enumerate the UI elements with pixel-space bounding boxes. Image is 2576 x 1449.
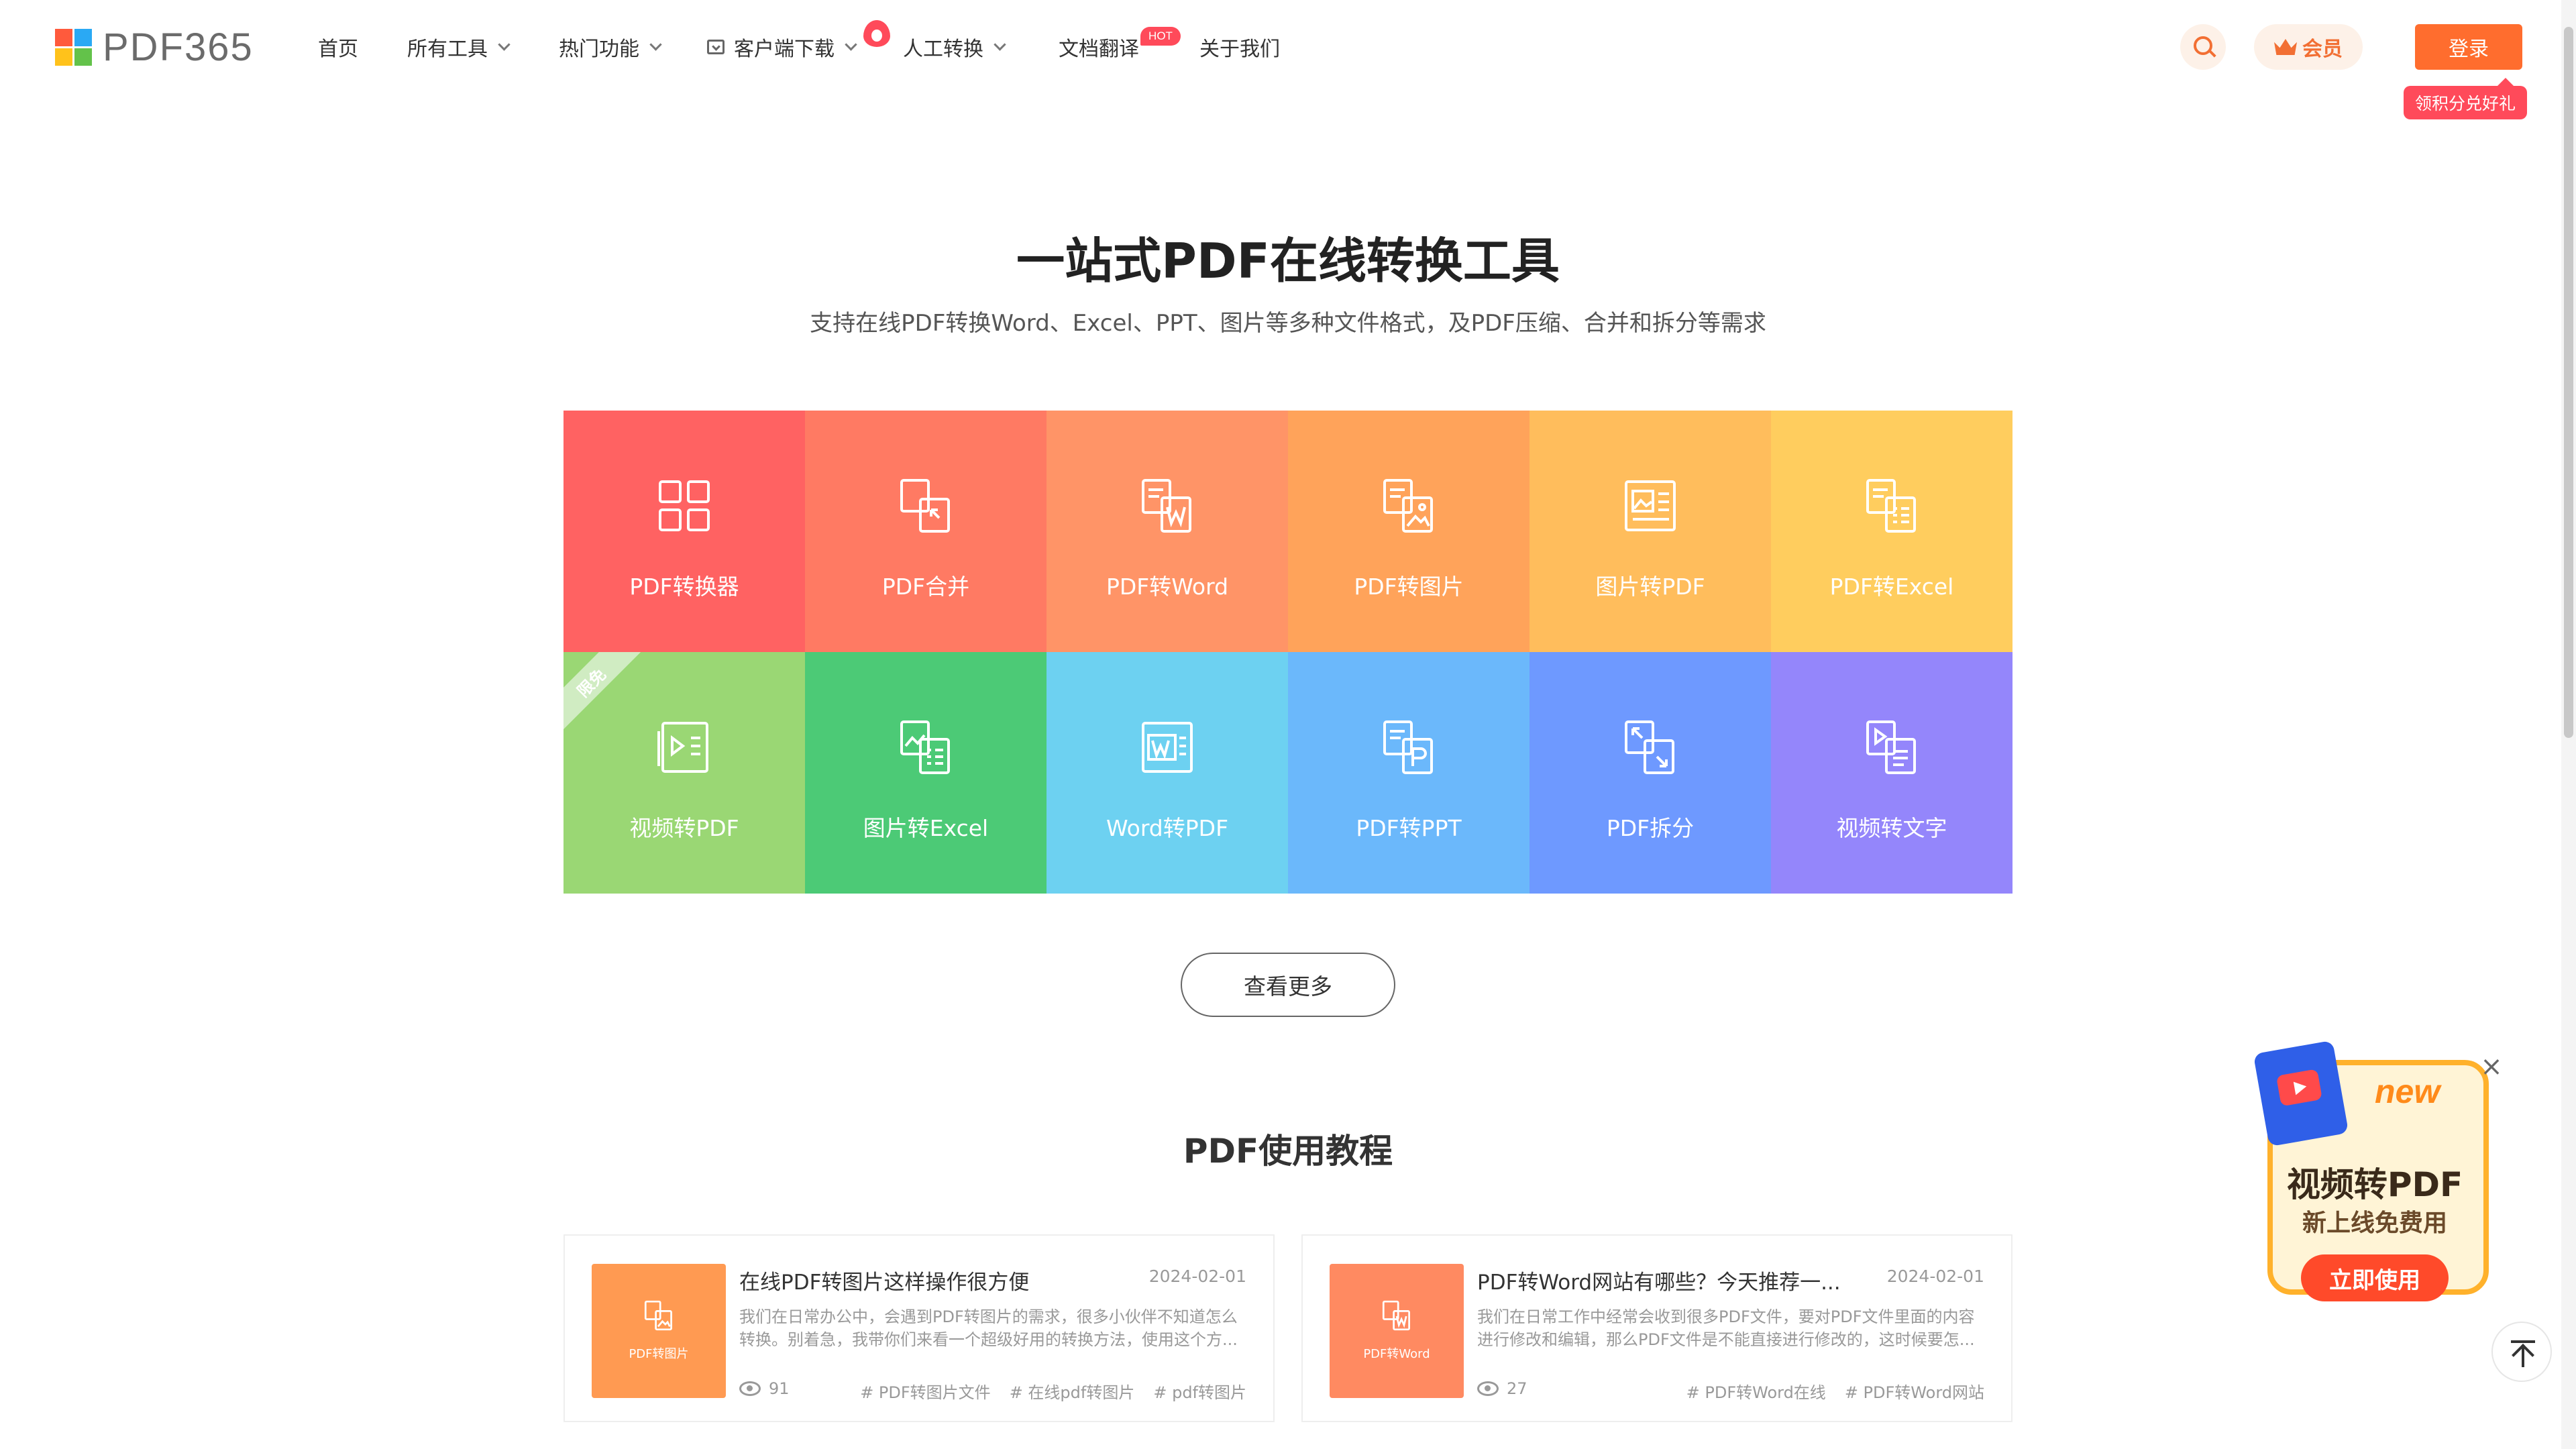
- tutorial-section-title: PDF使用教程: [1183, 1132, 1393, 1171]
- close-icon[interactable]: ×: [2479, 1053, 2504, 1080]
- promo-popup[interactable]: new 视频转PDF 新上线免费用 立即使用: [2253, 1040, 2496, 1308]
- image-to-pdf-icon: [1625, 480, 1676, 531]
- hero-title: 一站式PDF在线转换工具: [1016, 233, 1560, 289]
- tool-pdf-to-image[interactable]: PDF转图片: [1288, 411, 1529, 652]
- scrollbar-thumb[interactable]: [2564, 27, 2573, 738]
- chevron-down-icon: [498, 38, 511, 51]
- tool-pdf-converter[interactable]: PDF转换器: [564, 411, 805, 652]
- article-card[interactable]: PDF转Word PDF转Word网站有哪些？今天推荐一... 2024-02-…: [1301, 1234, 2012, 1422]
- logo[interactable]: PDF365: [55, 25, 254, 69]
- nav-about[interactable]: 关于我们: [1199, 32, 1280, 62]
- hero-subtitle: 支持在线PDF转换Word、Excel、PPT、图片等多种文件格式，及PDF压缩…: [810, 310, 1766, 337]
- nav-manual-convert[interactable]: 人工转换: [903, 32, 1006, 62]
- eye-icon: [1477, 1381, 1499, 1396]
- article-excerpt: 我们在日常办公中，会遇到PDF转图片的需求，很多小伙伴不知道怎么转换。别着急，我…: [739, 1307, 1238, 1349]
- nav-doc-translate[interactable]: 文档翻译: [1059, 32, 1139, 62]
- video-to-pdf-icon: [657, 722, 708, 773]
- word-to-pdf-icon: [1142, 722, 1193, 773]
- article-tags: # PDF转Word在线 # PDF转Word网站: [1686, 1379, 1984, 1403]
- search-button[interactable]: [2180, 24, 2226, 70]
- split-icon: [1625, 720, 1674, 774]
- video-book-icon: [2253, 1040, 2349, 1147]
- video-to-text-icon: [1866, 720, 1916, 774]
- chevron-down-icon: [845, 38, 857, 51]
- article-tag[interactable]: # PDF转Word在线: [1686, 1379, 1826, 1403]
- article-card[interactable]: PDF转图片 在线PDF转图片这样操作很方便 2024-02-01 我们在日常办…: [564, 1234, 1275, 1422]
- tool-pdf-to-word[interactable]: PDF转Word: [1046, 411, 1288, 652]
- article-tags: # PDF转图片文件 # 在线pdf转图片 # pdf转图片: [860, 1379, 1246, 1403]
- promo-subtitle: 新上线免费用: [2302, 1210, 2447, 1237]
- logo-text: PDF365: [103, 25, 254, 69]
- top-header: PDF365 首页 所有工具 热门功能 客户端下载 人工转换 文档翻译 HOT …: [0, 0, 2576, 119]
- pdf-to-ppt-icon: [1383, 720, 1433, 774]
- back-to-top-button[interactable]: [2491, 1322, 2552, 1382]
- grid-icon: [659, 480, 710, 531]
- article-tag[interactable]: # PDF转Word网站: [1845, 1379, 1984, 1403]
- image-to-excel-icon: [900, 720, 950, 774]
- article-tag[interactable]: # 在线pdf转图片: [1010, 1379, 1135, 1403]
- tool-pdf-split[interactable]: PDF拆分: [1529, 652, 1771, 894]
- tool-video-to-pdf[interactable]: 限免 视频转PDF: [564, 652, 805, 894]
- article-tag[interactable]: # pdf转图片: [1153, 1379, 1246, 1403]
- free-ribbon: 限免: [564, 652, 649, 740]
- article-views: 27: [1477, 1379, 1527, 1398]
- tool-pdf-to-excel[interactable]: PDF转Excel: [1771, 411, 2012, 652]
- nav-hot-features[interactable]: 热门功能: [559, 32, 662, 62]
- fire-icon: [863, 20, 890, 47]
- article-thumbnail[interactable]: PDF转Word: [1330, 1264, 1464, 1398]
- arrow-up-icon: [2511, 1340, 2535, 1343]
- article-views: 91: [739, 1379, 790, 1398]
- article-excerpt: 我们在日常工作中经常会收到很多PDF文件，要对PDF文件里面的内容进行修改和编辑…: [1477, 1307, 1975, 1349]
- nav-home[interactable]: 首页: [318, 32, 358, 62]
- article-thumbnail[interactable]: PDF转图片: [592, 1264, 726, 1398]
- pdf-to-image-icon: [1383, 479, 1433, 533]
- article-title[interactable]: 在线PDF转图片这样操作很方便: [739, 1265, 1029, 1295]
- promo-title: 视频转PDF: [2286, 1165, 2463, 1204]
- vip-button[interactable]: 会员: [2254, 24, 2363, 70]
- tool-pdf-merge[interactable]: PDF合并: [805, 411, 1046, 652]
- pdf-to-excel-icon: [1866, 479, 1916, 533]
- tool-video-to-text[interactable]: 视频转文字: [1771, 652, 2012, 894]
- promo-new-badge: new: [2375, 1073, 2440, 1110]
- crown-icon: [2274, 39, 2297, 55]
- nav-all-tools[interactable]: 所有工具: [407, 32, 511, 62]
- tool-pdf-to-ppt[interactable]: PDF转PPT: [1288, 652, 1529, 894]
- pdf-to-word-icon: [1382, 1300, 1410, 1331]
- promo-use-button[interactable]: 立即使用: [2301, 1254, 2449, 1301]
- login-button[interactable]: 登录: [2415, 24, 2522, 70]
- view-more-button[interactable]: 查看更多: [1181, 953, 1395, 1017]
- article-date: 2024-02-01: [1148, 1267, 1246, 1286]
- tool-image-to-excel[interactable]: 图片转Excel: [805, 652, 1046, 894]
- article-date: 2024-02-01: [1886, 1267, 1984, 1286]
- logo-mark-icon: [55, 28, 92, 66]
- chevron-down-icon: [649, 38, 662, 51]
- hot-badge: HOT: [1140, 27, 1181, 46]
- reward-tooltip[interactable]: 领积分兑好礼: [2404, 78, 2527, 119]
- nav-client-download[interactable]: 客户端下载: [707, 32, 857, 62]
- download-icon: [707, 40, 724, 54]
- pdf-to-image-icon: [644, 1300, 672, 1331]
- chevron-down-icon: [994, 38, 1006, 51]
- tool-grid: PDF转换器 PDF合并 PDF转Word PDF转图片 图片转PDF PDF转…: [564, 411, 2012, 894]
- eye-icon: [739, 1381, 761, 1396]
- article-title[interactable]: PDF转Word网站有哪些？今天推荐一...: [1477, 1265, 1841, 1295]
- article-tag[interactable]: # PDF转图片文件: [860, 1379, 991, 1403]
- tool-image-to-pdf[interactable]: 图片转PDF: [1529, 411, 1771, 652]
- merge-icon: [900, 479, 950, 533]
- tool-word-to-pdf[interactable]: Word转PDF: [1046, 652, 1288, 894]
- pdf-to-word-icon: [1142, 479, 1191, 533]
